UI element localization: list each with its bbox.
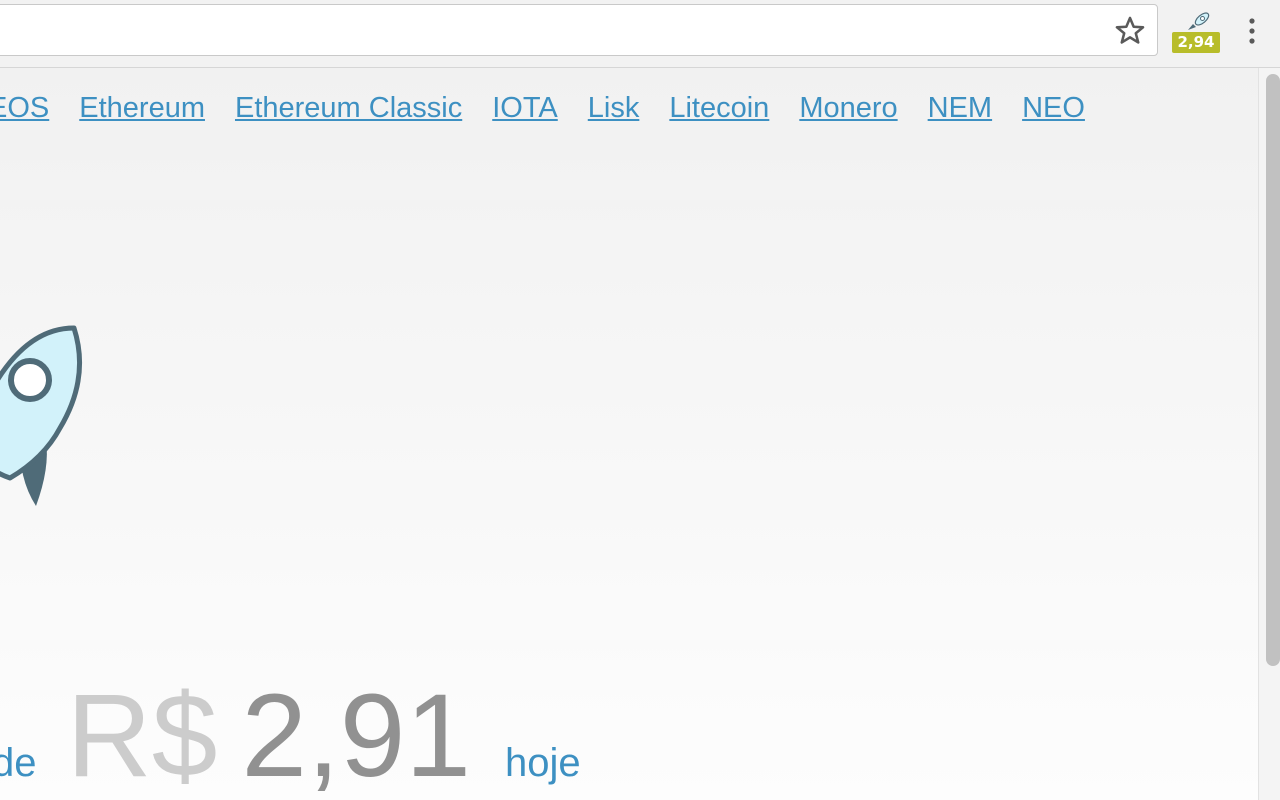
- vertical-scrollbar[interactable]: [1258, 68, 1280, 800]
- currency-symbol: R$: [66, 670, 218, 800]
- coin-link-monero[interactable]: Monero: [799, 92, 897, 125]
- extension-button[interactable]: 2,94: [1170, 10, 1222, 56]
- coin-link-neo[interactable]: NEO: [1022, 92, 1085, 125]
- scrollbar-thumb[interactable]: [1266, 74, 1280, 666]
- coin-link-ethereum[interactable]: Ethereum: [79, 92, 205, 125]
- coin-link-nem[interactable]: NEM: [928, 92, 992, 125]
- price-display: de R$ 2,91 hoje: [0, 668, 581, 800]
- star-icon[interactable]: [1113, 14, 1147, 48]
- coin-link-iota[interactable]: IOTA: [492, 92, 558, 125]
- price-prefix: de: [0, 741, 37, 785]
- browser-toolbar: 2,94: [0, 0, 1280, 68]
- coin-link-lisk[interactable]: Lisk: [588, 92, 640, 125]
- page-content: EOS Ethereum Ethereum Classic IOTA Lisk Litec…: [0, 68, 1258, 800]
- extension-badge: 2,94: [1172, 32, 1220, 53]
- coin-link-litecoin[interactable]: Litecoin: [669, 92, 769, 125]
- coin-nav: EOS Ethereum Ethereum Classic IOTA Lisk Litec…: [0, 92, 1115, 125]
- coin-link-ethereum-classic[interactable]: Ethereum Classic: [235, 92, 462, 125]
- address-bar[interactable]: [0, 4, 1158, 56]
- rocket-icon: [0, 325, 83, 506]
- price-suffix: hoje: [505, 741, 581, 785]
- coin-link-eos[interactable]: EOS: [0, 92, 49, 125]
- kebab-menu-icon[interactable]: [1240, 14, 1264, 48]
- price-amount: 2,91: [241, 670, 472, 800]
- rocket-icon: [1188, 12, 1210, 30]
